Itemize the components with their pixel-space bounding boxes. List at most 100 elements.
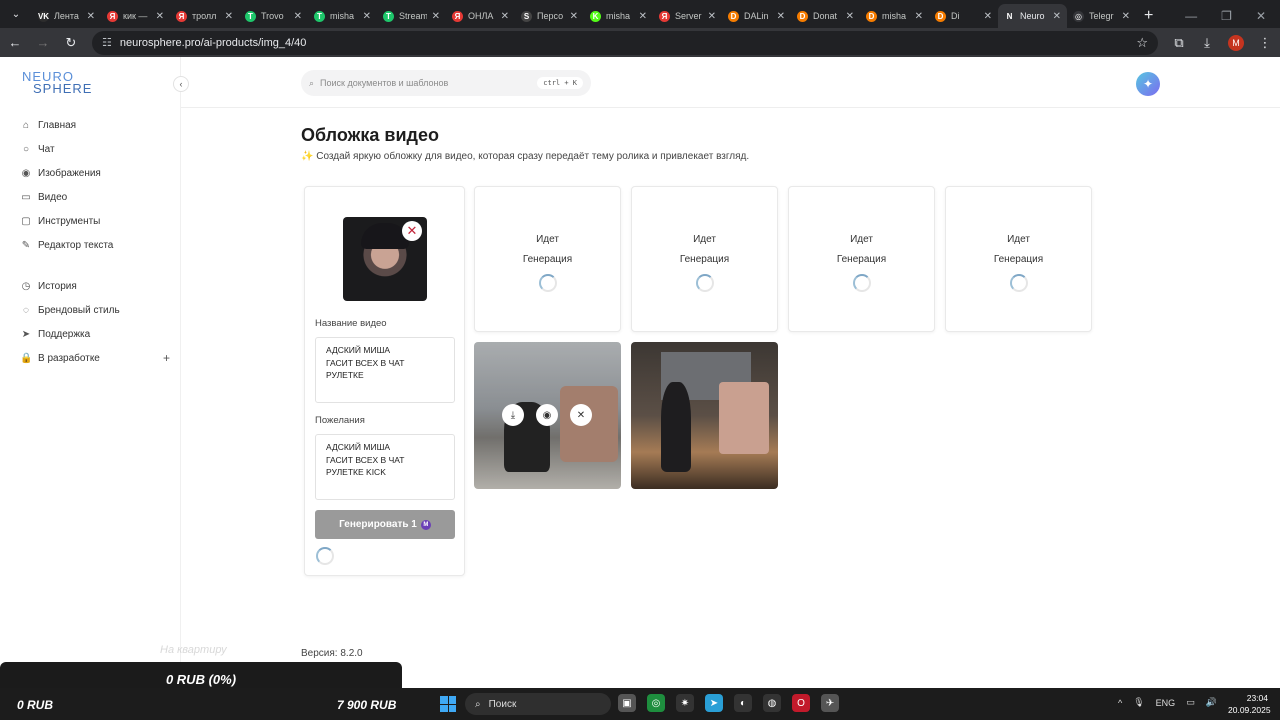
delete-icon[interactable]: ✕ — [570, 404, 592, 426]
browser-tab[interactable]: D Di ✕ — [929, 4, 998, 28]
close-tab-icon[interactable]: ✕ — [984, 11, 992, 22]
close-tab-icon[interactable]: ✕ — [156, 11, 164, 22]
chat-icon: ○ — [22, 143, 30, 155]
ai-assistant-button[interactable]: ✦ — [1136, 72, 1160, 96]
search-placeholder: Поиск документов и шаблонов — [320, 78, 449, 88]
remove-photo-button[interactable]: ✕ — [402, 221, 422, 241]
browser-tab[interactable]: Я ОНЛА ✕ — [446, 4, 515, 28]
network-icon[interactable]: ▭ — [1186, 697, 1195, 708]
download-icon[interactable]: ⤓ — [1200, 35, 1214, 51]
app-icon[interactable]: ✈ — [821, 694, 839, 712]
close-window-icon[interactable]: ✕ — [1256, 9, 1266, 23]
browser-tab[interactable]: Tmisha ✕ — [308, 4, 377, 28]
loading-spinner — [696, 274, 714, 292]
search-input[interactable]: ⌕ Поиск документов и шаблонов ctrl + K — [301, 70, 591, 96]
sidebar-item[interactable]: ◌ Брендовый стиль — [20, 298, 170, 322]
expand-icon[interactable]: + — [163, 351, 170, 365]
browser-tab[interactable]: S Персо ✕ — [515, 4, 584, 28]
browser-tab[interactable]: D Donat ✕ — [791, 4, 860, 28]
back-icon[interactable]: ← — [8, 35, 22, 50]
app-icon[interactable]: ◍ — [763, 694, 781, 712]
taskbar-search[interactable]: ⌕ Поиск — [465, 693, 611, 715]
obs-icon[interactable]: ◐ — [734, 694, 752, 712]
clock-date: 20.09.2025 — [1228, 705, 1271, 715]
address-bar[interactable]: ☷ neurosphere.pro/ai-products/img_4/40 ☆ — [92, 30, 1158, 55]
close-tab-icon[interactable]: ✕ — [501, 11, 509, 22]
close-tab-icon[interactable]: ✕ — [1122, 11, 1130, 22]
forward-icon[interactable]: → — [36, 35, 50, 50]
sidebar-item[interactable]: ◉ Изображения — [20, 161, 170, 185]
volume-icon[interactable]: 🔊 — [1206, 697, 1217, 708]
profile-avatar[interactable]: M — [1228, 34, 1244, 51]
close-tab-icon[interactable]: ✕ — [294, 11, 302, 22]
result-image[interactable] — [631, 342, 778, 489]
taskbar-apps: ▣ ◎ ✷ ➤ ◐ ◍ O ✈ — [618, 694, 839, 712]
browser-tab[interactable]: VK Лента ✕ — [32, 4, 101, 28]
generate-button[interactable]: Генерировать 1 M — [315, 510, 455, 539]
close-tab-icon[interactable]: ✕ — [570, 11, 578, 22]
browser-tab[interactable]: ◎ Telegr ✕ — [1067, 4, 1136, 28]
task-view-icon[interactable]: ▣ — [618, 694, 636, 712]
sidebar-item[interactable]: ➤ Поддержка — [20, 322, 170, 346]
loading-spinner — [853, 274, 871, 292]
close-tab-icon[interactable]: ✕ — [639, 11, 647, 22]
collapse-sidebar-button[interactable]: ‹ — [173, 76, 189, 92]
tab-search-button[interactable]: ⌄ — [4, 3, 28, 25]
extensions-icon[interactable]: ⧉ — [1172, 35, 1186, 51]
tools-icon: ▢ — [21, 215, 31, 227]
browser-tab[interactable]: Я Server ✕ — [653, 4, 722, 28]
browser-tab[interactable]: N Neuro ✕ — [998, 4, 1067, 28]
browser-tab[interactable]: T Stream ✕ — [377, 4, 446, 28]
search-icon: ⌕ — [475, 698, 481, 710]
browser-tab[interactable]: T Trovo ✕ — [239, 4, 308, 28]
sidebar-item[interactable]: 🔒 В разработке + — [20, 346, 170, 370]
chevron-up-icon[interactable]: ^ — [1118, 698, 1122, 708]
wishes-field[interactable]: АДСКИЙ МИША ГАСИТ ВСЕХ В ЧАТ РУЛЕТКЕ KIC… — [315, 434, 455, 500]
app-icon[interactable]: ✷ — [676, 694, 694, 712]
sidebar-item[interactable]: ○ Чат — [20, 137, 170, 161]
browser-tab[interactable]: Kmisha ✕ — [584, 4, 653, 28]
minimize-icon[interactable]: — — [1185, 9, 1197, 23]
site-info-icon[interactable]: ☷ — [102, 36, 112, 49]
sidebar-item[interactable]: ⌂ Главная — [20, 113, 170, 137]
chrome-icon[interactable]: ◎ — [647, 694, 665, 712]
sidebar-item-label: История — [38, 280, 77, 292]
menu-icon[interactable]: ⋮ — [1258, 35, 1272, 51]
close-tab-icon[interactable]: ✕ — [363, 11, 371, 22]
close-tab-icon[interactable]: ✕ — [915, 11, 923, 22]
close-tab-icon[interactable]: ✕ — [87, 11, 95, 22]
pending-status: Идет — [693, 234, 716, 245]
result-image[interactable]: ⤓ ◉ ✕ — [474, 342, 621, 489]
close-tab-icon[interactable]: ✕ — [225, 11, 233, 22]
tab-title: Лента — [54, 11, 79, 21]
download-icon[interactable]: ⤓ — [502, 404, 524, 426]
reload-icon[interactable]: ↻ — [64, 35, 78, 51]
maximize-icon[interactable]: ❐ — [1221, 9, 1232, 23]
bookmark-star-icon[interactable]: ☆ — [1136, 35, 1148, 51]
close-tab-icon[interactable]: ✕ — [432, 11, 440, 22]
pending-status: Идет — [850, 234, 873, 245]
sidebar-item[interactable]: ▭ Видео — [20, 185, 170, 209]
close-tab-icon[interactable]: ✕ — [846, 11, 854, 22]
microphone-icon[interactable]: 🎙 — [1133, 697, 1144, 708]
close-tab-icon[interactable]: ✕ — [708, 11, 716, 22]
sidebar-item[interactable]: ✎ Редактор текста — [20, 233, 170, 257]
close-tab-icon[interactable]: ✕ — [1053, 11, 1061, 22]
clock[interactable]: 23:04 20.09.2025 — [1228, 692, 1271, 716]
browser-tab[interactable]: Dmisha ✕ — [860, 4, 929, 28]
history-icon: ◷ — [21, 280, 31, 292]
video-title-field[interactable]: АДСКИЙ МИША ГАСИТ ВСЕХ В ЧАТ РУЛЕТКЕ — [315, 337, 455, 403]
language-indicator[interactable]: ENG — [1156, 698, 1176, 708]
close-tab-icon[interactable]: ✕ — [777, 11, 785, 22]
browser-tab[interactable]: Ятролл ✕ — [170, 4, 239, 28]
new-tab-button[interactable]: + — [1144, 4, 1153, 28]
eye-icon[interactable]: ◉ — [536, 404, 558, 426]
sidebar-item[interactable]: ▢ Инструменты — [20, 209, 170, 233]
browser-tab[interactable]: D DALin ✕ — [722, 4, 791, 28]
opera-icon[interactable]: O — [792, 694, 810, 712]
browser-tab[interactable]: Якик — ✕ — [101, 4, 170, 28]
sidebar-item[interactable]: ◷ История — [20, 274, 170, 298]
windows-start-icon[interactable] — [440, 696, 456, 712]
neurosphere-logo[interactable]: NEURO SPHERE — [22, 70, 92, 95]
telegram-icon[interactable]: ➤ — [705, 694, 723, 712]
